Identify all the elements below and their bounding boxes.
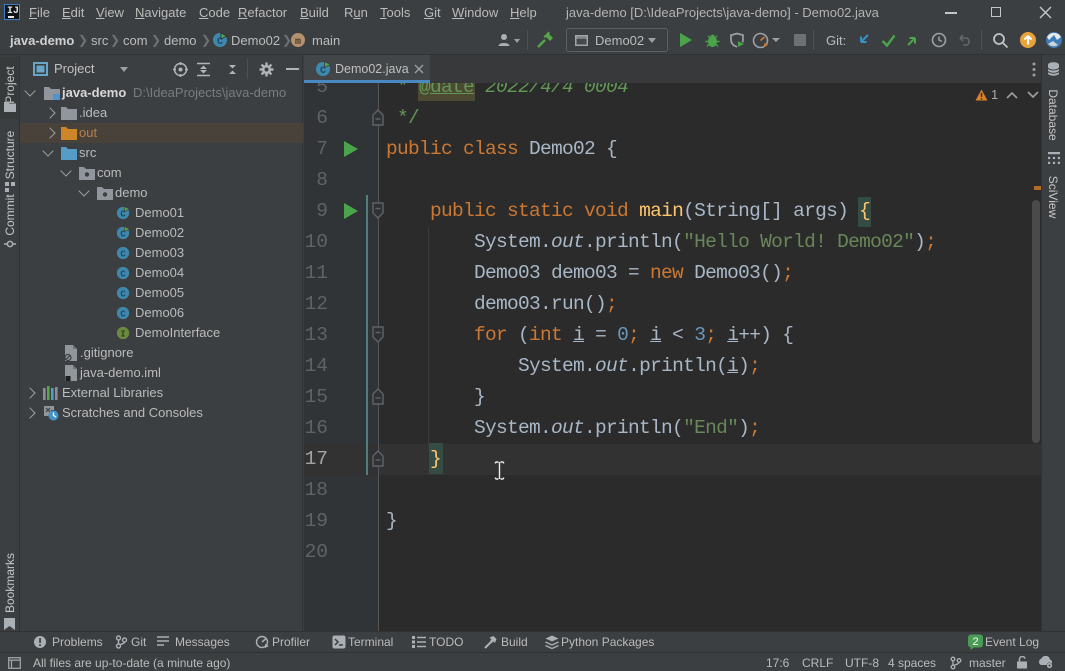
svg-text:m: m	[295, 37, 301, 48]
svg-text:C: C	[120, 290, 125, 300]
svg-text:I: I	[120, 330, 125, 340]
svg-text:C: C	[120, 250, 125, 260]
svg-text:C: C	[120, 310, 125, 320]
svg-text:C: C	[320, 66, 326, 77]
svg-text:C: C	[120, 270, 125, 280]
svg-text:2: 2	[972, 636, 978, 648]
